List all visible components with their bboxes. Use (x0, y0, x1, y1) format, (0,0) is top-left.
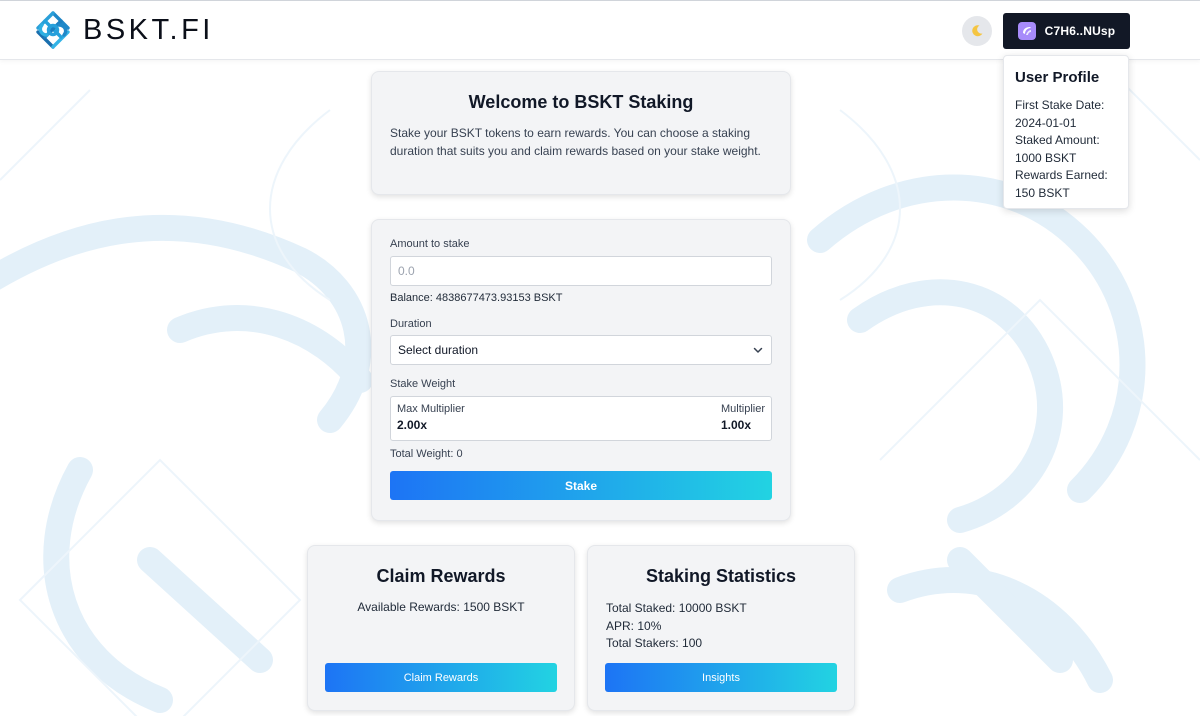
user-profile-popover: User Profile First Stake Date: 2024-01-0… (1003, 55, 1129, 209)
claim-title: Claim Rewards (376, 566, 506, 586)
amount-input[interactable]: 0.0 (390, 256, 772, 286)
stake-weight-box: Max Multiplier 2.00x Multiplier 1.00x (390, 396, 772, 441)
first-stake-label: First Stake Date: (1015, 98, 1105, 112)
first-stake-value: 2024-01-01 (1015, 115, 1077, 130)
total-stakers: Total Stakers: 100 (606, 636, 703, 650)
duration-label: Duration (390, 318, 432, 330)
claim-rewards-card: Claim Rewards Available Rewards: 1500 BS… (307, 545, 575, 711)
total-staked: Total Staked: 10000 BSKT (606, 601, 747, 615)
rewards-earned-label: Rewards Earned: (1015, 168, 1108, 182)
multiplier: Multiplier 1.00x (721, 403, 765, 434)
multiplier-label: Multiplier (720, 403, 765, 415)
rewards-earned-value: 150 BSKT (1015, 185, 1070, 200)
duration-select-value: Select duration (398, 343, 479, 357)
max-multiplier-label: Max Multiplier (397, 403, 465, 415)
multiplier-value: 1.00x (720, 418, 752, 432)
stake-form-card: Amount to stake 0.0 Balance: 4838677473.… (371, 219, 791, 521)
insights-button[interactable]: Insights (605, 663, 837, 692)
max-multiplier: Max Multiplier 2.00x (397, 403, 465, 434)
welcome-description: Stake your BSKT tokens to earn rewards. … (390, 126, 761, 158)
theme-toggle-button[interactable] (962, 16, 992, 46)
available-rewards: Available Rewards: 1500 BSKT (357, 600, 525, 614)
brand-logo[interactable]: BSKT.FI (32, 9, 214, 51)
chevron-down-icon (753, 347, 763, 353)
staking-statistics-card: Staking Statistics Total Staked: 10000 B… (587, 545, 855, 711)
moon-icon (972, 25, 983, 37)
stake-weight-label: Stake Weight (390, 378, 456, 390)
balance-text: Balance: 4838677473.93153 BSKT (390, 292, 563, 304)
claim-rewards-button[interactable]: Claim Rewards (325, 663, 557, 692)
wallet-address: C7H6..NUsp (1044, 24, 1116, 38)
profile-title: User Profile (1015, 69, 1100, 86)
staked-amount-value: 1000 BSKT (1015, 150, 1077, 165)
staked-amount-label: Staked Amount: (1015, 133, 1100, 147)
stake-button[interactable]: Stake (390, 471, 772, 500)
apr: APR: 10% (606, 618, 662, 633)
bskt-logo-icon (36, 11, 70, 49)
welcome-title: Welcome to BSKT Staking (468, 92, 694, 112)
wallet-button[interactable]: C7H6..NUsp (1003, 13, 1130, 49)
amount-label: Amount to stake (390, 238, 470, 250)
top-navbar: BSKT.FI C7H6..NUsp (0, 1, 1200, 60)
total-weight: Total Weight: 0 (390, 448, 463, 460)
max-multiplier-value: 2.00x (397, 418, 428, 432)
stats-title: Staking Statistics (645, 566, 797, 586)
brand-name: BSKT.FI (83, 13, 214, 46)
welcome-card: Welcome to BSKT Staking Stake your BSKT … (371, 71, 791, 195)
duration-select[interactable]: Select duration (390, 335, 772, 365)
wallet-icon (1017, 22, 1036, 40)
